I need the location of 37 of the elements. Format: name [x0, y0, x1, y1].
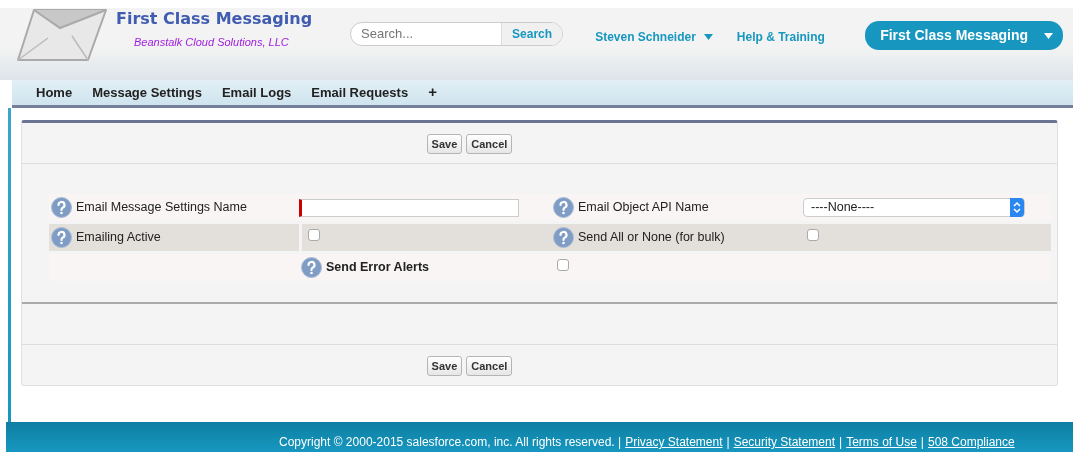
checkbox[interactable] — [557, 258, 569, 271]
nav-tab[interactable]: Home — [26, 82, 83, 103]
separator-text: | — [920, 434, 924, 451]
help-icon[interactable] — [301, 257, 322, 278]
app-subtitle: Beanstalk Cloud Solutions, LLC — [134, 35, 290, 50]
help-icon[interactable] — [553, 197, 574, 218]
caret-icon — [703, 34, 713, 40]
footer-link[interactable]: Privacy Statement — [625, 433, 723, 451]
field-label: Email Message Settings Name — [76, 199, 247, 217]
nav-tab[interactable]: + — [418, 81, 447, 104]
select-field[interactable]: ----None---- — [803, 198, 1025, 217]
nav-tab[interactable]: Email Logs — [211, 82, 302, 103]
copyright-text: Copyright © 2000-2015 salesforce.com, inc. All rights reserved. | — [279, 434, 622, 451]
save-button[interactable]: Save — [426, 134, 463, 154]
field-label: Email Object API Name — [578, 199, 709, 217]
separator-text: | — [726, 434, 730, 451]
help-icon[interactable] — [553, 227, 574, 248]
cancel-button[interactable]: Cancel — [466, 134, 513, 154]
checkbox[interactable] — [807, 228, 819, 241]
cancel-button[interactable]: Cancel — [466, 356, 513, 376]
nav-tab[interactable]: Message Settings — [82, 82, 212, 103]
caret-icon — [1044, 32, 1053, 39]
nav-tab[interactable]: Email Requests — [301, 82, 419, 103]
save-button[interactable]: Save — [426, 356, 463, 376]
separator-text: | — [839, 434, 843, 451]
text-input[interactable] — [299, 198, 519, 217]
help-icon[interactable] — [51, 197, 72, 218]
footer-link[interactable]: Terms of Use — [846, 433, 917, 451]
field-label: Emailing Active — [76, 229, 161, 247]
footer-link[interactable]: 508 Compliance — [927, 433, 1015, 451]
field-label: Send All or None (for bulk) — [578, 229, 725, 247]
field-label: Send Error Alerts — [326, 259, 430, 277]
envelope-icon — [14, 8, 110, 62]
footer-link[interactable]: Security Statement — [733, 433, 835, 451]
app-title: First Class Messaging — [116, 8, 313, 30]
checkbox[interactable] — [308, 228, 320, 241]
help-icon[interactable] — [51, 227, 72, 248]
